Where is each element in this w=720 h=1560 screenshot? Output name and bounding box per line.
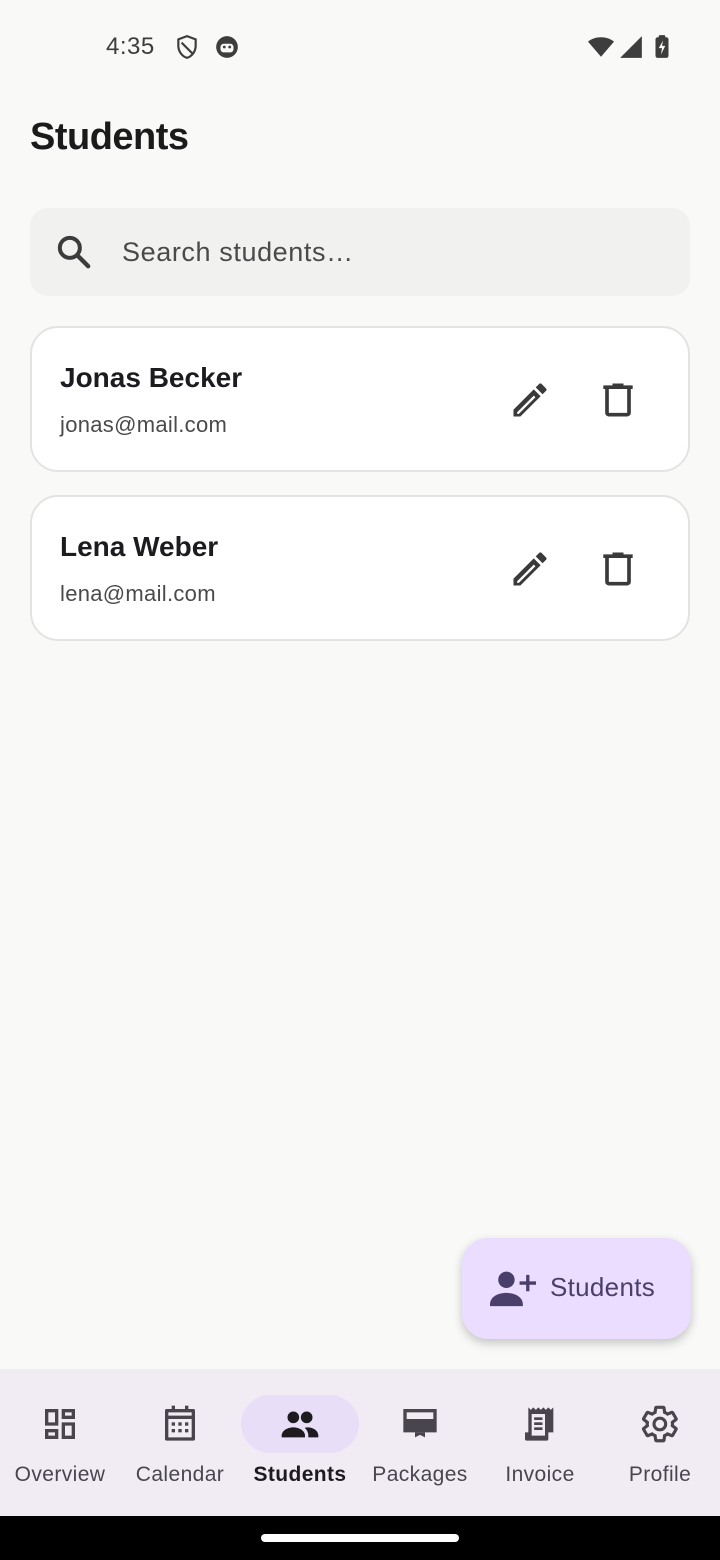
nav-label: Students <box>253 1463 347 1486</box>
nav-item-calendar[interactable]: Calendar <box>120 1369 240 1516</box>
dashboard-icon <box>45 1409 75 1439</box>
nav-label: Profile <box>628 1463 692 1486</box>
delete-button[interactable] <box>590 541 646 597</box>
add-student-button[interactable]: Students <box>462 1238 691 1339</box>
search-icon <box>57 235 91 269</box>
signal-icon <box>620 36 642 58</box>
gear-icon <box>641 1405 678 1443</box>
pencil-icon <box>513 552 547 586</box>
trash-icon <box>603 552 633 586</box>
person-add-icon <box>490 1271 536 1307</box>
nav-item-invoice[interactable]: Invoice <box>480 1369 600 1516</box>
students-screen: 4:35 Students Search students… Jonas Bec… <box>0 0 720 1560</box>
status-time: 4:35 <box>106 33 155 60</box>
trash-icon <box>603 383 633 417</box>
edit-button[interactable] <box>502 541 558 597</box>
packages-icon <box>403 1409 437 1438</box>
nav-label: Packages <box>372 1463 468 1486</box>
receipt-icon <box>525 1407 554 1441</box>
notification-face-icon <box>216 36 238 58</box>
status-bar: 4:35 <box>0 0 720 96</box>
student-card[interactable]: Lena Weber lena@mail.com <box>30 495 690 641</box>
student-name: Jonas Becker <box>60 362 243 393</box>
student-email: lena@mail.com <box>60 581 216 606</box>
nav-label: Invoice <box>505 1463 575 1486</box>
group-icon <box>281 1411 319 1438</box>
nav-item-packages[interactable]: Packages <box>360 1369 480 1516</box>
nav-item-overview[interactable]: Overview <box>0 1369 120 1516</box>
student-email: jonas@mail.com <box>60 412 228 437</box>
battery-charging-icon <box>655 35 669 58</box>
home-gesture-handle[interactable] <box>261 1534 459 1542</box>
student-card[interactable]: Jonas Becker jonas@mail.com <box>30 326 690 472</box>
page-title: Students <box>30 116 189 158</box>
calendar-icon <box>165 1405 195 1441</box>
wifi-icon <box>588 37 614 57</box>
bottom-navigation: Overview Calendar Students Packages Invo… <box>0 1369 720 1516</box>
nav-label: Overview <box>14 1463 106 1486</box>
delete-button[interactable] <box>590 372 646 428</box>
edit-button[interactable] <box>502 372 558 428</box>
search-box[interactable] <box>30 208 690 296</box>
nav-label: Calendar <box>135 1463 225 1486</box>
nav-item-profile[interactable]: Profile <box>600 1369 720 1516</box>
pencil-icon <box>513 383 547 417</box>
gesture-navigation-bar <box>0 1516 720 1560</box>
shield-icon <box>177 35 197 59</box>
search-input[interactable] <box>122 208 662 296</box>
student-name: Lena Weber <box>60 531 219 562</box>
add-student-label: Students <box>550 1272 656 1302</box>
nav-item-students[interactable]: Students <box>240 1369 360 1516</box>
